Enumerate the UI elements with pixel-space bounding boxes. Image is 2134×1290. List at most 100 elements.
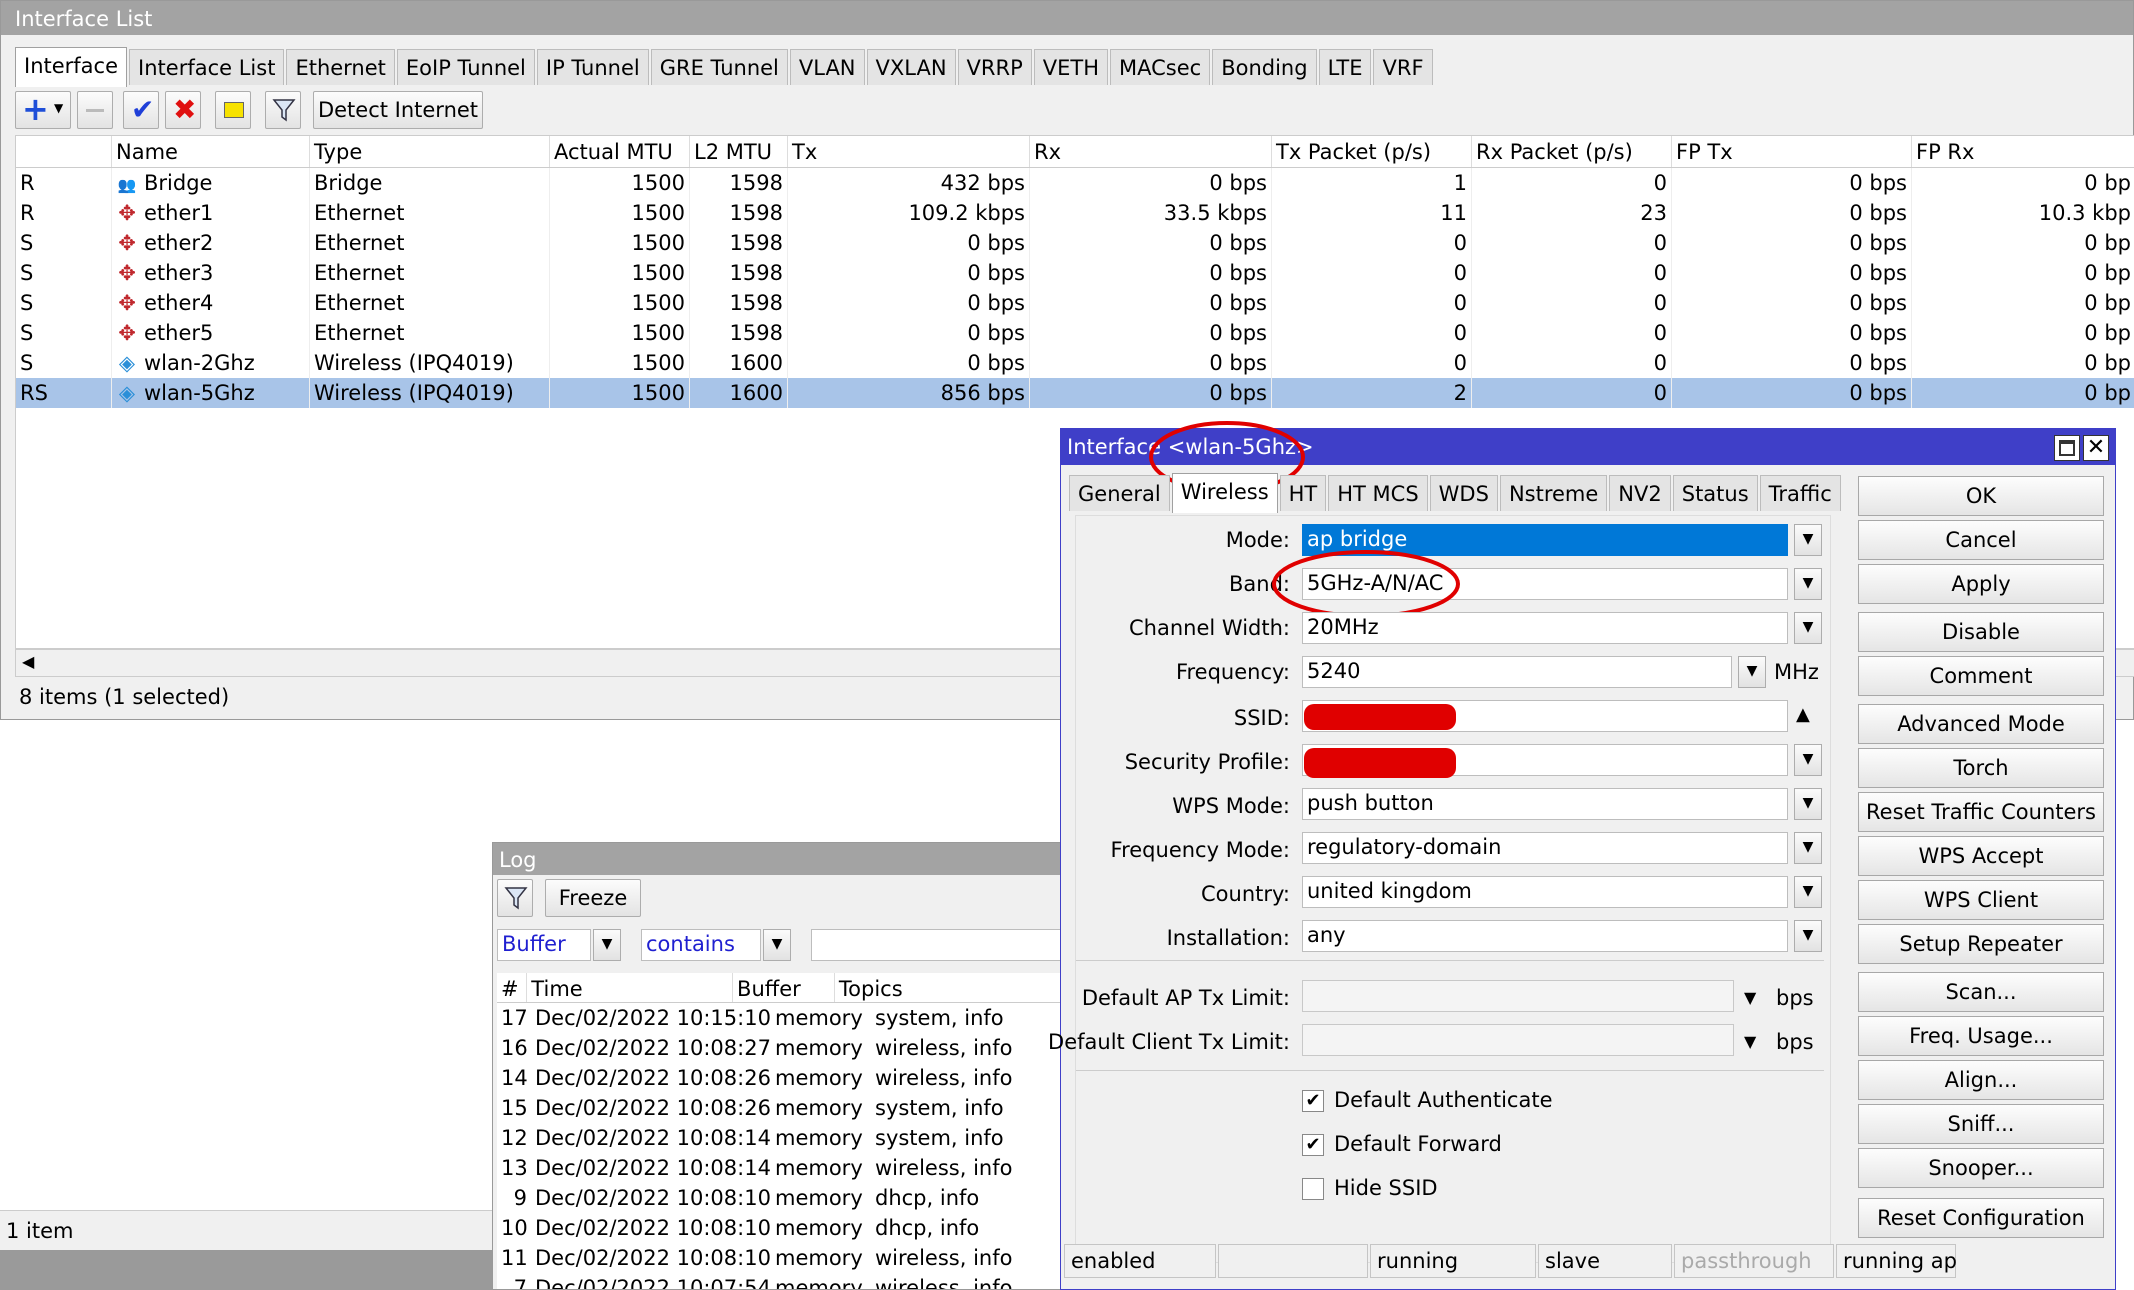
log-row[interactable]: 7 Dec/02/2022 10:07:54 memory wireless, inf… — [497, 1273, 1071, 1289]
table-row[interactable]: S ◈ wlan-2Ghz Wireless (IPQ4019) 1500 1600 0 b… — [16, 348, 2134, 378]
scan-button[interactable]: Scan... — [1858, 972, 2104, 1012]
frequency-select[interactable]: 5240 — [1302, 656, 1732, 688]
tab-status[interactable]: Status — [1672, 475, 1758, 511]
detect-internet-button[interactable]: Detect Internet — [313, 91, 483, 129]
tab-general[interactable]: General — [1069, 475, 1170, 511]
table-row[interactable]: RS ◈ wlan-5Ghz Wireless (IPQ4019) 1500 1600 85… — [16, 378, 2134, 408]
default-forward-checkbox[interactable]: ✔ — [1302, 1134, 1324, 1156]
tab-ethernet[interactable]: Ethernet — [286, 49, 395, 85]
log-filter-op-select[interactable]: contains — [641, 929, 761, 961]
tab-nv2[interactable]: NV2 — [1609, 475, 1671, 511]
log-filter-field-select[interactable]: Buffer — [497, 929, 591, 961]
tab-traffic[interactable]: Traffic — [1759, 475, 1841, 511]
ssid-collapse[interactable]: ▲ — [1796, 704, 1810, 725]
disable-button[interactable]: ✖ — [165, 91, 201, 129]
column-header[interactable]: Tx Packet (p/s) — [1272, 136, 1472, 167]
log-row[interactable]: 15 Dec/02/2022 10:08:26 memory system, info — [497, 1093, 1071, 1123]
sniff-button[interactable]: Sniff... — [1858, 1104, 2104, 1144]
log-row[interactable]: 11 Dec/02/2022 10:08:10 memory wireless, in… — [497, 1243, 1071, 1273]
close-button[interactable]: ✕ — [2083, 435, 2109, 461]
column-header[interactable] — [16, 136, 112, 167]
enable-button[interactable]: ✔ — [123, 91, 159, 129]
apply-button[interactable]: Apply — [1858, 564, 2104, 604]
tab-lte[interactable]: LTE — [1318, 49, 1372, 85]
wps-mode-dropdown[interactable]: ▼ — [1794, 788, 1822, 820]
client-tx-limit-input[interactable] — [1302, 1024, 1734, 1056]
tab-ht[interactable]: HT — [1279, 475, 1327, 511]
column-header[interactable]: FP Rx — [1912, 136, 2134, 167]
advanced-mode-button[interactable]: Advanced Mode — [1858, 704, 2104, 744]
align-button[interactable]: Align... — [1858, 1060, 2104, 1100]
installation-dropdown[interactable]: ▼ — [1794, 920, 1822, 952]
add-button[interactable]: + ▼ — [15, 91, 71, 129]
tab-vrf[interactable]: VRF — [1373, 49, 1433, 85]
frequency-mode-dropdown[interactable]: ▼ — [1794, 832, 1822, 864]
tab-wireless[interactable]: Wireless — [1171, 473, 1278, 513]
comment-button[interactable] — [215, 91, 251, 129]
security-profile-dropdown[interactable]: ▼ — [1794, 744, 1822, 776]
ap-tx-limit-dropdown[interactable]: ▼ — [1744, 988, 1756, 1007]
tab-macsec[interactable]: MACsec — [1110, 49, 1211, 85]
column-header[interactable]: FP Tx — [1672, 136, 1912, 167]
column-header[interactable]: Name — [112, 136, 310, 167]
tab-gre-tunnel[interactable]: GRE Tunnel — [650, 49, 788, 85]
freeze-button[interactable]: Freeze — [545, 879, 641, 917]
log-filter-op-dropdown[interactable]: ▼ — [763, 929, 791, 961]
tab-vlan[interactable]: VLAN — [789, 49, 865, 85]
log-row[interactable]: 10 Dec/02/2022 10:08:10 memory dhcp, info — [497, 1213, 1071, 1243]
maximize-button[interactable] — [2054, 435, 2080, 461]
table-row[interactable]: R ✥ ether1 Ethernet 1500 1598 109.2 kbps 33.5 k… — [16, 198, 2134, 228]
hide-ssid-checkbox[interactable] — [1302, 1178, 1324, 1200]
tab-bonding[interactable]: Bonding — [1212, 49, 1317, 85]
column-header[interactable]: L2 MTU — [690, 136, 788, 167]
tab-interface-list[interactable]: Interface List — [129, 49, 285, 85]
channel-width-dropdown[interactable]: ▼ — [1794, 612, 1822, 644]
reset-traffic-counters-button[interactable]: Reset Traffic Counters — [1858, 792, 2104, 832]
ok-button[interactable]: OK — [1858, 476, 2104, 516]
wps-accept-button[interactable]: WPS Accept — [1858, 836, 2104, 876]
column-header[interactable]: Tx — [788, 136, 1030, 167]
channel-width-select[interactable]: 20MHz — [1302, 612, 1788, 644]
tab-vrrp[interactable]: VRRP — [957, 49, 1032, 85]
log-filter-button[interactable] — [497, 879, 533, 917]
frequency-mode-select[interactable]: regulatory-domain — [1302, 832, 1788, 864]
log-row[interactable]: 12 Dec/02/2022 10:08:14 memory system, info — [497, 1123, 1071, 1153]
tab-ip-tunnel[interactable]: IP Tunnel — [536, 49, 649, 85]
client-tx-limit-dropdown[interactable]: ▼ — [1744, 1032, 1756, 1051]
disable-button[interactable]: Disable — [1858, 612, 2104, 652]
tab-vxlan[interactable]: VXLAN — [866, 49, 956, 85]
table-row[interactable]: R 👥 Bridge Bridge 1500 1598 432 bps 0 bps 1 0 0 bp… — [16, 168, 2134, 198]
log-column-header[interactable]: # — [497, 973, 528, 1002]
freq-usage-button[interactable]: Freq. Usage... — [1858, 1016, 2104, 1056]
log-filter-field-dropdown[interactable]: ▼ — [593, 929, 621, 961]
wps-client-button[interactable]: WPS Client — [1858, 880, 2104, 920]
column-header[interactable]: Rx Packet (p/s) — [1472, 136, 1672, 167]
table-row[interactable]: S ✥ ether5 Ethernet 1500 1598 0 bps 0 bps 0 0 0 bp… — [16, 318, 2134, 348]
ap-tx-limit-input[interactable] — [1302, 980, 1734, 1012]
reset-configuration-button[interactable]: Reset Configuration — [1858, 1198, 2104, 1238]
log-column-header[interactable]: Time — [527, 973, 734, 1002]
tab-ht-mcs[interactable]: HT MCS — [1328, 475, 1428, 511]
wps-mode-select[interactable]: push button — [1302, 788, 1788, 820]
column-header[interactable]: Actual MTU — [550, 136, 690, 167]
country-select[interactable]: united kingdom — [1302, 876, 1788, 908]
log-column-header[interactable]: Buffer — [733, 973, 835, 1002]
tab-veth[interactable]: VETH — [1033, 49, 1109, 85]
cancel-button[interactable]: Cancel — [1858, 520, 2104, 560]
installation-select[interactable]: any — [1302, 920, 1788, 952]
tab-nstreme[interactable]: Nstreme — [1499, 475, 1608, 511]
torch-button[interactable]: Torch — [1858, 748, 2104, 788]
scroll-left-icon[interactable]: ◀ — [22, 652, 34, 671]
column-header[interactable]: Type — [310, 136, 550, 167]
table-row[interactable]: S ✥ ether3 Ethernet 1500 1598 0 bps 0 bps 0 0 0 bp… — [16, 258, 2134, 288]
remove-button[interactable] — [77, 91, 113, 129]
log-row[interactable]: 13 Dec/02/2022 10:08:14 memory wireless, in… — [497, 1153, 1071, 1183]
comment-button[interactable]: Comment — [1858, 656, 2104, 696]
table-row[interactable]: S ✥ ether4 Ethernet 1500 1598 0 bps 0 bps 0 0 0 bp… — [16, 288, 2134, 318]
band-dropdown[interactable]: ▼ — [1794, 568, 1822, 600]
column-header[interactable]: Rx — [1030, 136, 1272, 167]
country-dropdown[interactable]: ▼ — [1794, 876, 1822, 908]
filter-button[interactable] — [265, 91, 301, 129]
log-row[interactable]: 14 Dec/02/2022 10:08:26 memory wireless, in… — [497, 1063, 1071, 1093]
tab-interface[interactable]: Interface — [15, 47, 128, 87]
